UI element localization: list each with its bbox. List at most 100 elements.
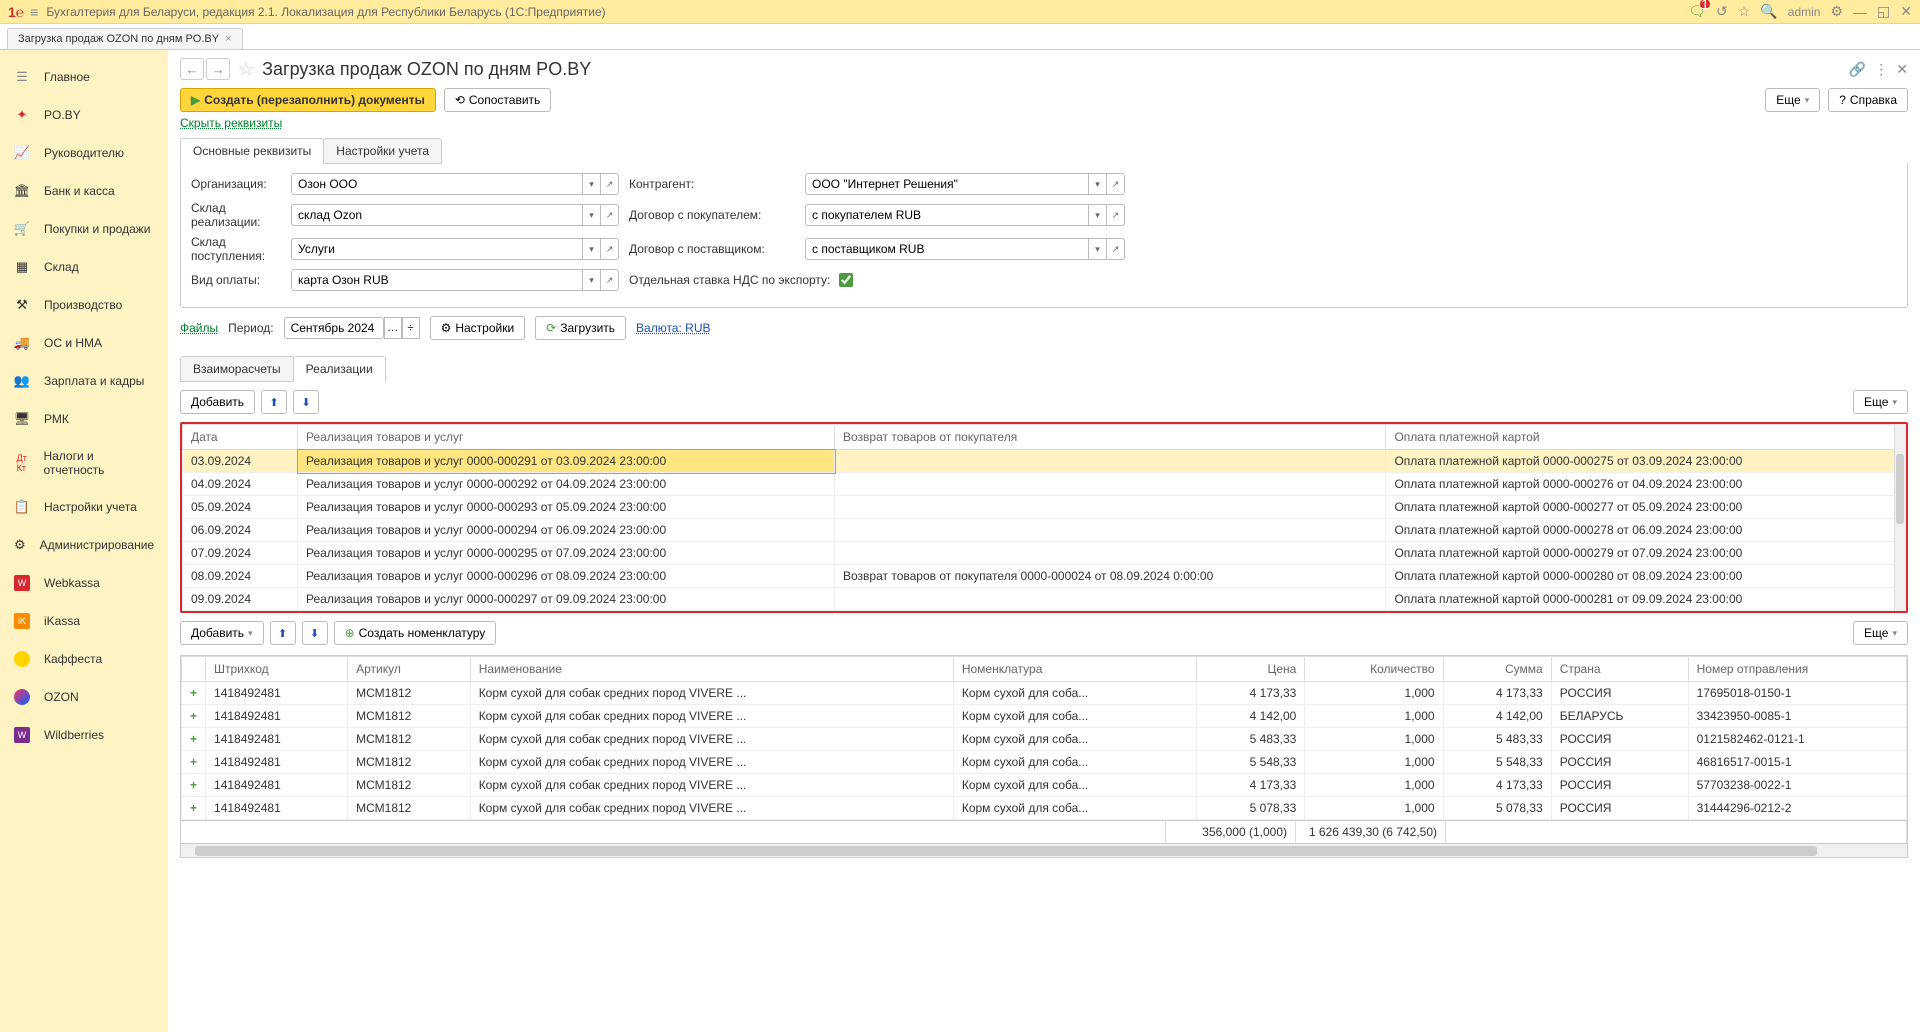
open-icon[interactable]: ↗	[601, 238, 619, 260]
org-input[interactable]	[291, 173, 583, 195]
sidebar-item-ikassa[interactable]: iKiKassa	[0, 602, 168, 640]
sidebar-item-ozon[interactable]: OZON	[0, 678, 168, 716]
dropdown-icon[interactable]: ▾	[1089, 238, 1107, 260]
nav-back-button[interactable]: ←	[180, 58, 204, 80]
table-row[interactable]: +1418492481МСМ1812Корм сухой для собак с…	[182, 728, 1907, 751]
col-price[interactable]: Цена	[1197, 657, 1305, 682]
period-step-icon[interactable]: ÷	[402, 317, 420, 339]
settings-icon[interactable]: ⚙	[1830, 3, 1843, 20]
table-row[interactable]: +1418492481МСМ1812Корм сухой для собак с…	[182, 682, 1907, 705]
tab-settlements[interactable]: Взаиморасчеты	[180, 356, 294, 382]
move-up-icon[interactable]: ⬆	[270, 621, 296, 645]
settings-button[interactable]: ⚙ Настройки	[430, 316, 526, 340]
dropdown-icon[interactable]: ▾	[583, 269, 601, 291]
open-icon[interactable]: ↗	[1107, 173, 1125, 195]
sidebar-item-warehouse[interactable]: ▦Склад	[0, 248, 168, 286]
sidebar-item-acc-settings[interactable]: 📋Настройки учета	[0, 488, 168, 526]
col-barcode[interactable]: Штрихкод	[206, 657, 348, 682]
dropdown-icon[interactable]: ▾	[583, 204, 601, 226]
close-page-icon[interactable]: ✕	[1896, 61, 1908, 78]
notification-icon[interactable]: 🗨1	[1688, 3, 1706, 20]
tab-ozon-load[interactable]: Загрузка продаж OZON по дням PO.BY ×	[7, 28, 243, 49]
table-row[interactable]: 09.09.2024Реализация товаров и услуг 000…	[183, 588, 1906, 611]
sidebar-item-salary[interactable]: 👥Зарплата и кадры	[0, 362, 168, 400]
col-country[interactable]: Страна	[1551, 657, 1688, 682]
load-button[interactable]: ⟳ Загрузить	[535, 316, 626, 340]
tab-accounting-settings[interactable]: Настройки учета	[323, 138, 442, 164]
col-name[interactable]: Наименование	[470, 657, 953, 682]
more-button[interactable]: Еще	[1853, 390, 1908, 414]
menu-icon[interactable]: ≡	[30, 4, 38, 20]
files-link[interactable]: Файлы	[180, 321, 218, 335]
compare-button[interactable]: ⟲ Сопоставить	[444, 88, 551, 112]
col-payment[interactable]: Оплата платежной картой	[1386, 425, 1906, 450]
sidebar-item-tax[interactable]: ДтКтНалоги и отчетность	[0, 438, 168, 488]
favorite-star-icon[interactable]: ☆	[238, 59, 254, 80]
sidebar-item-sales[interactable]: 🛒Покупки и продажи	[0, 210, 168, 248]
supplier-contract-input[interactable]	[805, 238, 1089, 260]
add-row-button[interactable]: Добавить	[180, 390, 255, 414]
wh-in-input[interactable]	[291, 238, 583, 260]
close-window-icon[interactable]: ✕	[1900, 3, 1912, 20]
dropdown-icon[interactable]: ▾	[583, 238, 601, 260]
open-icon[interactable]: ↗	[601, 269, 619, 291]
vat-checkbox[interactable]	[839, 273, 853, 287]
sidebar-item-admin[interactable]: ⚙Администрирование	[0, 526, 168, 564]
horizontal-scrollbar[interactable]	[180, 844, 1908, 858]
more-button[interactable]: Еще	[1853, 621, 1908, 645]
open-icon[interactable]: ↗	[1107, 238, 1125, 260]
col-return[interactable]: Возврат товаров от покупателя	[835, 425, 1386, 450]
create-nomenclature-button[interactable]: ⊕ Создать номенклатуру	[334, 621, 497, 645]
scrollbar[interactable]	[1894, 424, 1906, 611]
buyer-contract-input[interactable]	[805, 204, 1089, 226]
sidebar-item-webkassa[interactable]: WWebkassa	[0, 564, 168, 602]
col-sum[interactable]: Сумма	[1443, 657, 1551, 682]
dropdown-icon[interactable]: ▾	[583, 173, 601, 195]
dropdown-icon[interactable]: ▾	[1089, 173, 1107, 195]
table-row[interactable]: +1418492481МСМ1812Корм сухой для собак с…	[182, 751, 1907, 774]
create-documents-button[interactable]: ▶Создать (перезаполнить) документы	[180, 88, 436, 112]
sidebar-item-kaffesta[interactable]: Каффеста	[0, 640, 168, 678]
sidebar-item-wildberries[interactable]: WWildberries	[0, 716, 168, 754]
move-down-icon[interactable]: ⬇	[302, 621, 328, 645]
add-item-button[interactable]: Добавить	[180, 621, 264, 645]
open-icon[interactable]: ↗	[601, 173, 619, 195]
col-realization[interactable]: Реализация товаров и услуг	[298, 425, 835, 450]
move-down-icon[interactable]: ⬇	[293, 390, 319, 414]
sidebar-item-poby[interactable]: ✦PO.BY	[0, 96, 168, 134]
table-row[interactable]: 08.09.2024Реализация товаров и услуг 000…	[183, 565, 1906, 588]
sidebar-item-assets[interactable]: 🚚ОС и НМА	[0, 324, 168, 362]
restore-icon[interactable]: ◱	[1877, 3, 1890, 20]
table-row[interactable]: +1418492481МСМ1812Корм сухой для собак с…	[182, 797, 1907, 820]
table-row[interactable]: 07.09.2024Реализация товаров и услуг 000…	[183, 542, 1906, 565]
table-row[interactable]: 06.09.2024Реализация товаров и услуг 000…	[183, 519, 1906, 542]
col-nomenclature[interactable]: Номенклатура	[953, 657, 1196, 682]
open-icon[interactable]: ↗	[1107, 204, 1125, 226]
search-icon[interactable]: 🔍	[1760, 3, 1777, 20]
sidebar-item-rmk[interactable]: 🖥РМК	[0, 400, 168, 438]
nav-forward-button[interactable]: →	[206, 58, 230, 80]
favorites-icon[interactable]: ☆	[1738, 3, 1751, 20]
table-row[interactable]: 03.09.2024Реализация товаров и услуг 000…	[183, 450, 1906, 473]
dropdown-icon[interactable]: ▾	[1089, 204, 1107, 226]
minimize-icon[interactable]: —	[1853, 4, 1867, 20]
hide-details-link[interactable]: Скрыть реквизиты	[180, 116, 1908, 130]
payment-input[interactable]	[291, 269, 583, 291]
tab-realizations[interactable]: Реализации	[293, 356, 386, 382]
sidebar-item-manager[interactable]: 📈Руководителю	[0, 134, 168, 172]
period-select-icon[interactable]: …	[384, 317, 402, 339]
move-up-icon[interactable]: ⬆	[261, 390, 287, 414]
table-row[interactable]: 04.09.2024Реализация товаров и услуг 000…	[183, 473, 1906, 496]
close-icon[interactable]: ×	[225, 33, 231, 45]
table-row[interactable]: +1418492481МСМ1812Корм сухой для собак с…	[182, 774, 1907, 797]
col-date[interactable]: Дата	[183, 425, 298, 450]
col-qty[interactable]: Количество	[1305, 657, 1443, 682]
tab-main-details[interactable]: Основные реквизиты	[180, 138, 324, 164]
sidebar-item-production[interactable]: ⚒Производство	[0, 286, 168, 324]
user-label[interactable]: admin	[1788, 5, 1821, 19]
table-row[interactable]: 05.09.2024Реализация товаров и услуг 000…	[183, 496, 1906, 519]
help-button[interactable]: ? Справка	[1828, 88, 1908, 112]
sidebar-item-main[interactable]: ☰Главное	[0, 58, 168, 96]
col-article[interactable]: Артикул	[348, 657, 471, 682]
more-icon[interactable]: ⋮	[1874, 61, 1888, 78]
